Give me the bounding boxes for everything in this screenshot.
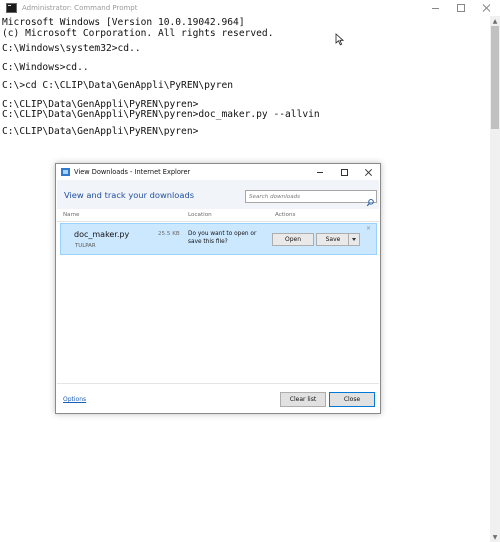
downloads-header: View and track your downloads Search dow… <box>57 180 379 209</box>
minimize-icon <box>431 7 439 9</box>
close-icon <box>483 4 491 12</box>
column-headers: Name Location Actions <box>57 211 379 222</box>
open-button[interactable]: Open <box>272 233 314 246</box>
maximize-button[interactable] <box>448 0 474 16</box>
dialog-minimize-button[interactable] <box>308 164 332 180</box>
dialog-close-button[interactable] <box>356 164 380 180</box>
dialog-maximize-button[interactable] <box>332 164 356 180</box>
clear-list-button[interactable]: Clear list <box>280 392 326 407</box>
save-button[interactable]: Save <box>316 233 350 246</box>
maximize-icon <box>340 168 348 176</box>
minimize-icon <box>317 171 323 173</box>
console-line: C:\CLIP\Data\GenAppli\PyREN\pyren>doc_ma… <box>2 109 320 120</box>
dialog-window-controls <box>308 164 380 180</box>
console-line: C:\Windows\system32>cd.. <box>2 43 141 54</box>
console-line: C:\Windows>cd.. <box>2 62 89 73</box>
minimize-button[interactable] <box>422 0 448 16</box>
open-or-save-prompt: Do you want to open or save this file? <box>188 231 257 245</box>
scroll-up-icon[interactable]: ▲ <box>490 16 500 26</box>
download-file-name: doc_maker.py <box>74 230 130 239</box>
download-source: TULPAR <box>75 243 96 249</box>
console-line: C:\>cd C:\CLIP\Data\GenAppli\PyREN\pyren <box>2 80 234 91</box>
close-window-button[interactable] <box>474 0 500 16</box>
cmd-titlebar: Administrator: Command Prompt <box>0 0 500 16</box>
search-icon[interactable] <box>366 192 375 207</box>
downloads-window-icon <box>61 168 70 176</box>
console-line: Microsoft Windows [Version 10.0.19042.96… <box>2 17 245 28</box>
maximize-icon <box>457 4 465 12</box>
vertical-scrollbar[interactable]: ▲ ▼ <box>490 16 500 542</box>
close-button[interactable]: Close <box>329 392 375 407</box>
scroll-down-icon[interactable]: ▼ <box>490 532 500 542</box>
console-line: (c) Microsoft Corporation. All rights re… <box>2 28 274 39</box>
dialog-title: View Downloads - Internet Explorer <box>74 168 191 176</box>
options-link[interactable]: Options <box>63 396 86 403</box>
column-header-location: Location <box>188 212 212 218</box>
console-line: C:\CLIP\Data\GenAppli\PyREN\pyren> <box>2 126 199 137</box>
view-downloads-dialog: View Downloads - Internet Explorer View … <box>55 163 381 414</box>
close-icon <box>365 169 372 176</box>
cmd-window-controls <box>422 0 500 16</box>
download-item-row[interactable]: doc_maker.py TULPAR 25.5 KB Do you want … <box>60 223 377 255</box>
chevron-down-icon <box>352 238 356 241</box>
remove-item-icon[interactable]: ✕ <box>366 225 371 232</box>
downloads-heading: View and track your downloads <box>64 190 195 200</box>
dialog-titlebar: View Downloads - Internet Explorer <box>56 164 380 180</box>
download-file-size: 25.5 KB <box>158 231 180 237</box>
command-prompt-icon <box>6 3 17 13</box>
footer-divider <box>57 383 379 384</box>
column-header-actions: Actions <box>275 212 296 218</box>
search-placeholder: Search downloads <box>249 193 301 200</box>
column-header-name: Name <box>63 212 80 218</box>
save-options-dropdown[interactable] <box>348 233 360 246</box>
scrollbar-thumb[interactable] <box>491 26 499 129</box>
search-downloads-input[interactable]: Search downloads <box>245 190 377 207</box>
cmd-window-title: Administrator: Command Prompt <box>22 4 138 12</box>
